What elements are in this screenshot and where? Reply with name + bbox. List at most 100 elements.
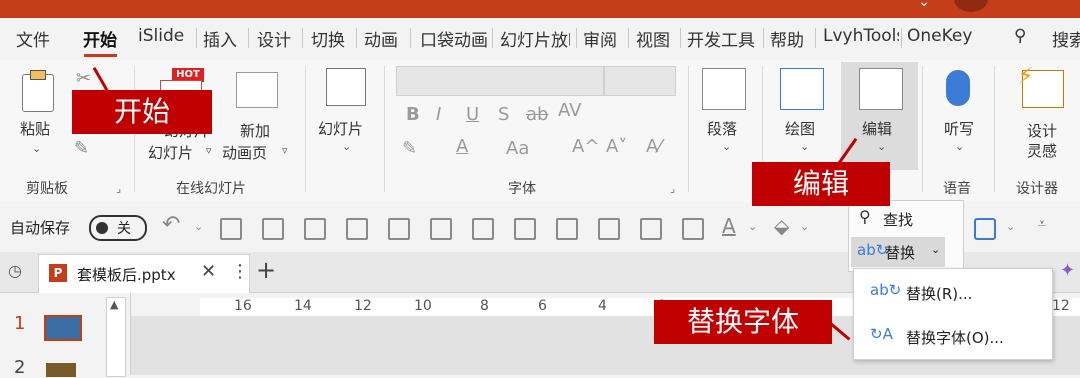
align-top-icon[interactable] (388, 218, 410, 240)
dictate-button[interactable]: 听写 (944, 118, 974, 139)
slide-icon[interactable] (326, 68, 366, 106)
slide-button[interactable]: 幻灯片 (318, 118, 363, 139)
align-icon[interactable] (220, 218, 242, 240)
customize-toolbar-icon[interactable]: ⩡ (1038, 216, 1046, 232)
tab-lvyhtools[interactable]: LvyhTools (823, 26, 899, 46)
document-tab[interactable]: P 套模板后.pptx ✕ ⋮ (38, 254, 250, 293)
chevron-down-icon[interactable]: ⌄ (748, 220, 757, 233)
chevron-down-icon[interactable]: ⌄ (194, 220, 203, 233)
align-middle-icon[interactable] (598, 218, 620, 240)
underline-icon[interactable]: U (466, 104, 479, 125)
format-painter-icon[interactable]: ✎ (74, 138, 89, 159)
chevron-down-icon[interactable]: ⌄ (800, 140, 809, 153)
tab-pocket-animation[interactable]: 口袋动画 (420, 26, 490, 51)
slide-thumbnail[interactable] (44, 315, 82, 341)
paragraph-button[interactable]: 段落 (707, 118, 737, 139)
tab-home[interactable]: 开始 (83, 26, 117, 51)
chevron-down-icon[interactable]: ▿ (282, 144, 288, 157)
designer-button[interactable]: 灵感 (1027, 140, 1057, 161)
font-color-icon[interactable]: A (456, 136, 468, 157)
chevron-down-icon[interactable]: ⌄ (1006, 220, 1015, 233)
edit-button[interactable]: 编辑 (862, 118, 892, 139)
font-color-icon[interactable]: A (722, 214, 736, 238)
new-animation-page-icon[interactable] (236, 72, 278, 108)
send-backward-icon[interactable] (346, 218, 368, 240)
chevron-down-icon[interactable]: ⌄ (32, 142, 41, 155)
font-name-combo[interactable] (396, 66, 604, 96)
align-right-icon[interactable] (430, 218, 452, 240)
chevron-down-icon[interactable]: ⌄ (342, 140, 351, 153)
dialog-launcher-icon[interactable]: ⌟ (116, 182, 121, 195)
fill-color-icon[interactable]: ⬙ (774, 214, 789, 238)
tab-slideshow[interactable]: 幻灯片放映 (500, 26, 570, 51)
bring-forward-icon[interactable] (304, 218, 326, 240)
new-animation-label[interactable]: 新加 (240, 120, 270, 141)
replace-menu-item[interactable]: ab↻ 替换 ⌄ (851, 237, 945, 267)
undo-icon[interactable]: ↶ (162, 212, 180, 237)
search-label[interactable]: 搜索 (1052, 26, 1080, 51)
chevron-down-icon[interactable]: ⌄ (722, 140, 731, 153)
tab-islide[interactable]: iSlide (138, 26, 184, 46)
chevron-down-icon[interactable]: ⌄ (918, 0, 930, 10)
search-icon[interactable]: ⚲ (1014, 26, 1026, 46)
replace-item[interactable]: 替换(R)... (906, 283, 972, 304)
strikethrough-icon[interactable]: ab (526, 104, 548, 125)
tab-animations[interactable]: 动画 (364, 26, 402, 51)
search-icon[interactable] (859, 68, 903, 110)
align-left-icon[interactable] (514, 218, 536, 240)
clear-format-icon[interactable]: A⁄ (646, 136, 661, 157)
sparkle-icon[interactable]: ✦ (1060, 260, 1075, 281)
autosave-toggle[interactable]: 关 (89, 215, 147, 241)
scrollbar[interactable]: ▲ (106, 297, 126, 377)
online-slides-button[interactable]: 幻灯片 (148, 142, 193, 163)
new-tab-icon[interactable]: + (256, 256, 276, 284)
highlight-icon[interactable]: ✎ (402, 138, 417, 159)
chevron-down-icon[interactable]: ⌄ (800, 220, 809, 233)
italic-icon[interactable]: I (436, 104, 441, 125)
tab-help[interactable]: 帮助 (770, 26, 804, 51)
slide-number: 1 (14, 313, 26, 334)
shape-icon[interactable] (974, 218, 996, 240)
drawing-button[interactable]: 绘图 (785, 118, 815, 139)
designer-label[interactable]: 设计 (1027, 120, 1057, 141)
font-size-combo[interactable] (604, 66, 676, 96)
tab-view[interactable]: 视图 (636, 26, 670, 51)
group-icon[interactable] (262, 218, 284, 240)
tab-insert[interactable]: 插入 (203, 26, 237, 51)
tab-developer[interactable]: 开发工具 (687, 26, 759, 51)
dialog-launcher-icon[interactable]: ⌟ (670, 182, 675, 195)
distribute-horizontal-icon[interactable] (640, 218, 662, 240)
microphone-icon[interactable] (946, 70, 970, 106)
history-icon[interactable]: ◷ (8, 261, 22, 280)
more-options-icon[interactable]: ⋮ (231, 261, 249, 282)
char-spacing-icon[interactable]: AV (558, 100, 581, 121)
new-animation-button[interactable]: 动画页 (222, 142, 267, 163)
group-label-online-slides: 在线幻灯片 (176, 181, 246, 197)
find-menu-item[interactable]: 查找 (883, 209, 913, 230)
replace-fonts-item[interactable]: 替换字体(O)... (906, 327, 1004, 348)
chevron-down-icon[interactable]: ▿ (206, 144, 212, 157)
cut-icon[interactable]: ✂ (76, 68, 91, 89)
close-icon[interactable]: ✕ (201, 261, 216, 282)
align-center-icon[interactable] (556, 218, 578, 240)
align-bottom-icon[interactable] (472, 218, 494, 240)
increase-font-icon[interactable]: A^ (572, 136, 599, 157)
chevron-down-icon[interactable]: ⌄ (877, 140, 886, 153)
paragraph-icon[interactable] (702, 68, 746, 110)
tab-design[interactable]: 设计 (257, 26, 291, 51)
drawing-icon[interactable] (780, 68, 824, 110)
tab-review[interactable]: 审阅 (583, 26, 617, 51)
tab-onekey[interactable]: OneKey (907, 26, 972, 46)
paste-button[interactable]: 粘贴 (20, 118, 50, 139)
chevron-down-icon[interactable]: ⌄ (955, 140, 964, 153)
scroll-up-icon[interactable]: ▲ (110, 298, 118, 311)
lightning-icon: ⚡ (1018, 64, 1034, 89)
tab-file[interactable]: 文件 (16, 26, 50, 51)
bold-icon[interactable]: B (406, 104, 420, 125)
tab-transitions[interactable]: 切换 (311, 26, 345, 51)
change-case-icon[interactable]: Aa (506, 138, 529, 159)
distribute-vertical-icon[interactable] (682, 218, 704, 240)
user-avatar[interactable] (954, 0, 988, 12)
decrease-font-icon[interactable]: A˅ (606, 136, 627, 157)
shadow-icon[interactable]: S (498, 104, 509, 125)
